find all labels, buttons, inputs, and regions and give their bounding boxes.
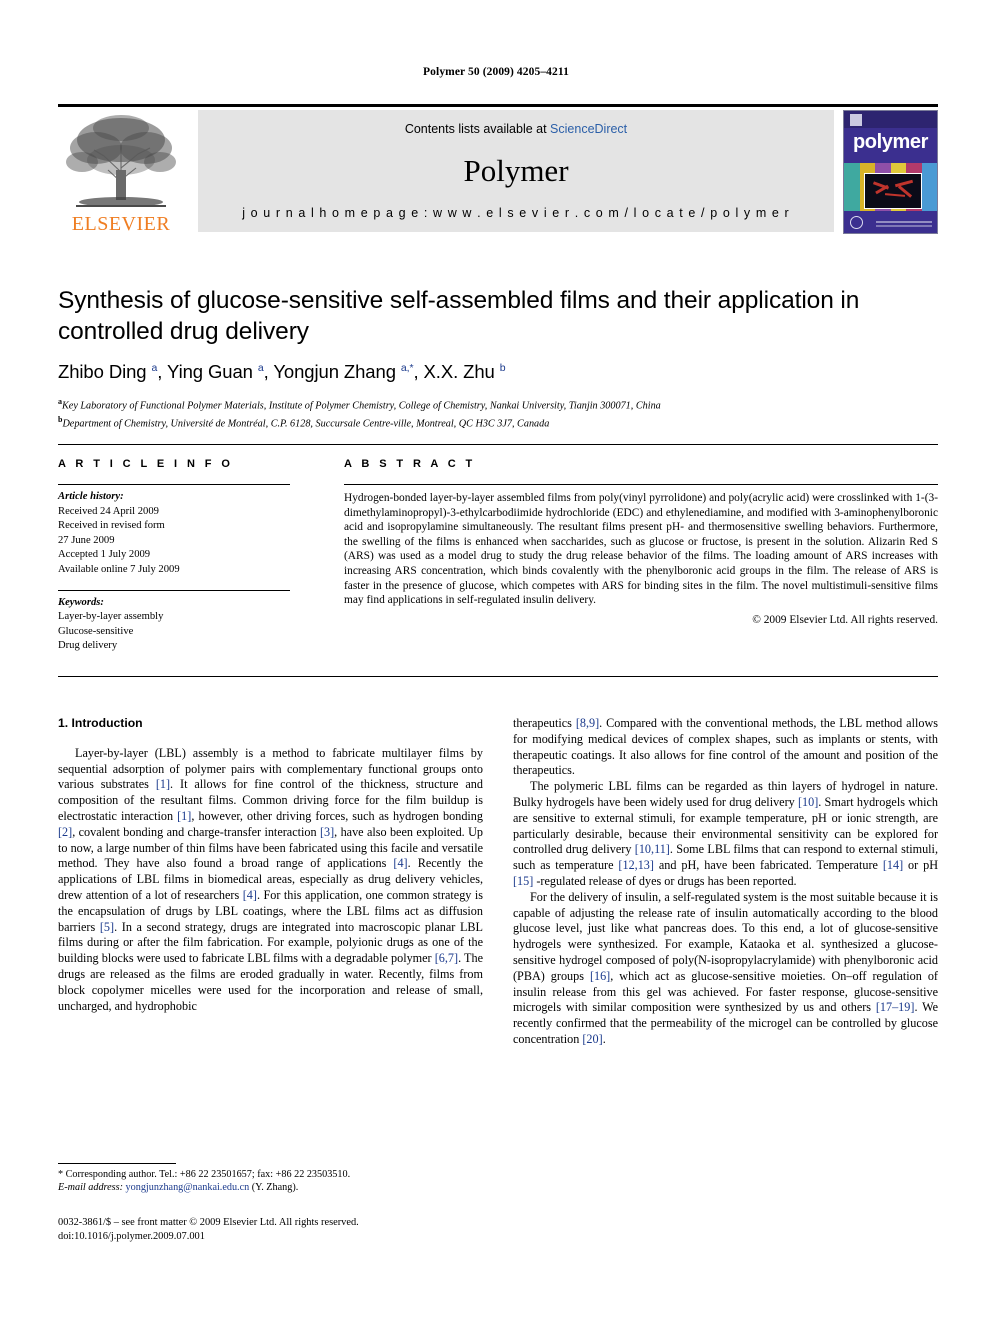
introduction-heading: 1. Introduction <box>58 716 143 730</box>
history-item: Received in revised form <box>58 520 165 532</box>
article-info-heading: A R T I C L E I N F O <box>58 458 234 470</box>
history-item: 27 June 2009 <box>58 534 115 546</box>
citation-ref[interactable]: [3] <box>320 825 334 839</box>
citation-ref[interactable]: [4] <box>243 888 257 902</box>
citation-ref[interactable]: [5] <box>100 920 114 934</box>
info-section-top-rule <box>58 444 938 445</box>
running-head: Polymer 50 (2009) 4205–4211 <box>423 66 569 78</box>
abstract-copyright: © 2009 Elsevier Ltd. All rights reserved… <box>752 613 938 626</box>
elsevier-tree-icon <box>66 115 176 207</box>
citation-ref[interactable]: [2] <box>58 825 72 839</box>
affiliation-list: aKey Laboratory of Functional Polymer Ma… <box>58 395 938 431</box>
journal-title: Polymer <box>463 153 569 188</box>
cover-publisher-mark-icon <box>850 114 862 126</box>
body-column-left: 1. Introduction Layer-by-layer (LBL) ass… <box>58 716 483 1014</box>
email-link[interactable]: yongjunzhang@nankai.edu.cn <box>126 1182 250 1193</box>
elsevier-wordmark: ELSEVIER <box>71 213 171 235</box>
masthead-top-rule <box>58 104 938 107</box>
sciencedirect-banner: Contents lists available at ScienceDirec… <box>198 110 834 232</box>
journal-homepage-url[interactable]: j o u r n a l h o m e p a g e : w w w . … <box>198 206 834 220</box>
abstract-rule <box>344 484 938 485</box>
citation-ref[interactable]: [1] <box>177 809 191 823</box>
affiliation-b: bDepartment of Chemistry, Université de … <box>58 414 550 430</box>
sciencedirect-link[interactable]: ScienceDirect <box>550 122 627 136</box>
cover-bottom-bar <box>844 211 937 233</box>
citation-ref[interactable]: [10] <box>798 795 818 809</box>
keywords-label: Keywords: <box>58 596 104 608</box>
citation-ref[interactable]: [4] <box>393 856 407 870</box>
abstract-heading: A B S T R A C T <box>344 458 476 470</box>
history-rule <box>58 484 290 485</box>
page-title: Synthesis of glucose-sensitive self-asse… <box>58 287 860 345</box>
title-block: Synthesis of glucose-sensitive self-asse… <box>58 285 938 431</box>
doi-line: doi:10.1016/j.polymer.2009.07.001 <box>58 1230 205 1242</box>
citation-ref[interactable]: [10,11] <box>635 842 670 856</box>
contents-prefix-text: Contents lists available at <box>404 122 551 136</box>
article-history-label: Article history: <box>58 491 124 502</box>
keyword-item: Drug delivery <box>58 640 118 652</box>
citation-ref[interactable]: [12,13] <box>618 858 654 872</box>
body-paragraph: The polymeric LBL films can be regarded … <box>513 779 939 888</box>
email-note: E-mail address: yongjunzhang@nankai.edu.… <box>58 1181 483 1194</box>
history-item: Available online 7 July 2009 <box>58 563 180 575</box>
cover-seal-icon <box>850 216 863 229</box>
keyword-item: Layer-by-layer assembly <box>58 611 164 623</box>
history-item: Received 24 April 2009 <box>58 505 159 517</box>
body-paragraph: Layer-by-layer (LBL) assembly is a metho… <box>58 745 483 1013</box>
cover-micrograph-inset <box>864 173 922 209</box>
journal-masthead: ELSEVIER Contents lists available at Sci… <box>58 104 938 235</box>
keywords-rule <box>58 589 290 591</box>
citation-ref[interactable]: [14] <box>883 858 903 872</box>
history-item: Accepted 1 July 2009 <box>58 549 151 561</box>
cover-journal-name: polymer <box>852 131 928 153</box>
journal-cover-thumbnail: polymer <box>843 110 938 234</box>
corresponding-author-note: * Corresponding author. Tel.: +86 22 235… <box>58 1169 351 1180</box>
footnote-block: * Corresponding author. Tel.: +86 22 235… <box>58 1168 483 1195</box>
citation-ref[interactable]: [15] <box>513 874 533 888</box>
body-paragraph: For the delivery of insulin, a self-regu… <box>513 889 939 1046</box>
citation-ref[interactable]: [1] <box>156 777 170 791</box>
imprint-block: 0032-3861/$ – see front matter © 2009 El… <box>58 1216 483 1243</box>
article-info-column: Article history: Received 24 April 2009 … <box>58 484 303 654</box>
citation-ref[interactable]: [6,7] <box>435 951 458 965</box>
body-paragraph: therapeutics [8,9]. Compared with the co… <box>513 716 938 778</box>
email-owner: (Y. Zhang). <box>251 1182 299 1194</box>
citation-ref[interactable]: [8,9] <box>576 716 599 730</box>
citation-ref[interactable]: [16] <box>590 969 610 983</box>
email-label: E-mail address: <box>58 1182 123 1194</box>
abstract-column: Hydrogen-bonded layer-by-layer assembled… <box>344 484 938 626</box>
abstract-text: Hydrogen-bonded layer-by-layer assembled… <box>344 492 938 607</box>
keyword-item: Glucose-sensitive <box>58 625 134 637</box>
citation-ref[interactable]: [17–19] <box>876 1000 915 1014</box>
info-section-bottom-rule <box>58 676 938 677</box>
elsevier-logo: ELSEVIER <box>58 110 184 235</box>
body-column-right: therapeutics [8,9]. Compared with the co… <box>513 716 938 1048</box>
contents-available-line: Contents lists available at ScienceDirec… <box>198 122 834 136</box>
cover-top-bar <box>844 111 937 128</box>
author-list: Zhibo Ding a, Ying Guan a, Yongjun Zhang… <box>58 361 506 382</box>
affiliation-a: aKey Laboratory of Functional Polymer Ma… <box>58 397 661 412</box>
cover-footer-text-block <box>876 221 932 230</box>
issn-line: 0032-3861/$ – see front matter © 2009 El… <box>58 1217 359 1228</box>
citation-ref[interactable]: [20] <box>582 1032 602 1046</box>
article-page: Polymer 50 (2009) 4205–4211 ELSEVIER Con… <box>0 0 992 1323</box>
footnote-rule <box>58 1163 176 1164</box>
